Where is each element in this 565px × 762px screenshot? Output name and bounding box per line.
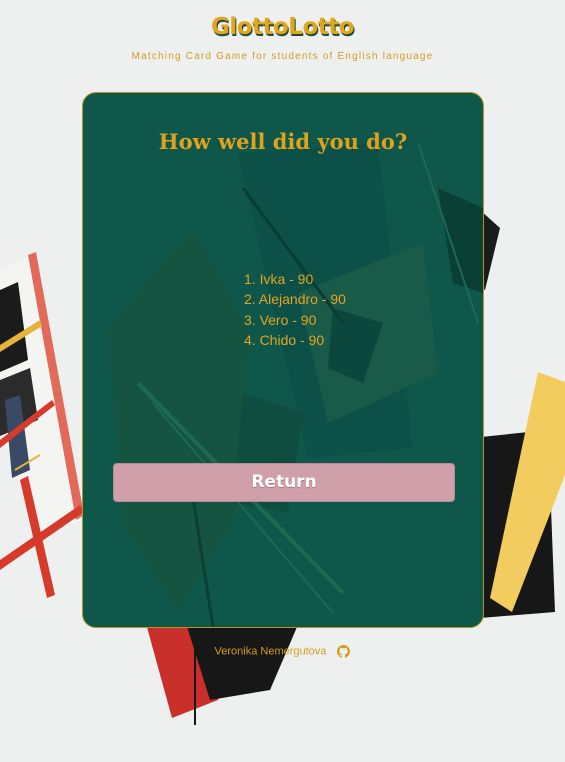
score-item: 4. Chido - 90 (244, 331, 325, 348)
app-title: GlottoLotto (210, 14, 355, 40)
score-item: 2. Alejandro - 90 (244, 291, 346, 308)
score-list: 1. Ivka - 90 2. Alejandro - 90 3. Vero -… (244, 269, 346, 350)
return-button[interactable]: Return (113, 463, 455, 502)
github-icon[interactable] (337, 645, 351, 658)
card-background-shapes (108, 142, 483, 627)
author-link[interactable]: Veronika Nemergutova (215, 646, 327, 658)
score-item: 1. Ivka - 90 (244, 271, 314, 287)
results-heading: How well did you do? (158, 129, 408, 154)
app-subtitle: Matching Card Game for students of Engli… (131, 51, 434, 62)
score-item: 3. Vero - 90 (244, 311, 317, 328)
results-card: How well did you do? 1. Ivka - 90 2. Ale… (82, 92, 484, 628)
footer: Veronika Nemergutova (0, 645, 565, 658)
